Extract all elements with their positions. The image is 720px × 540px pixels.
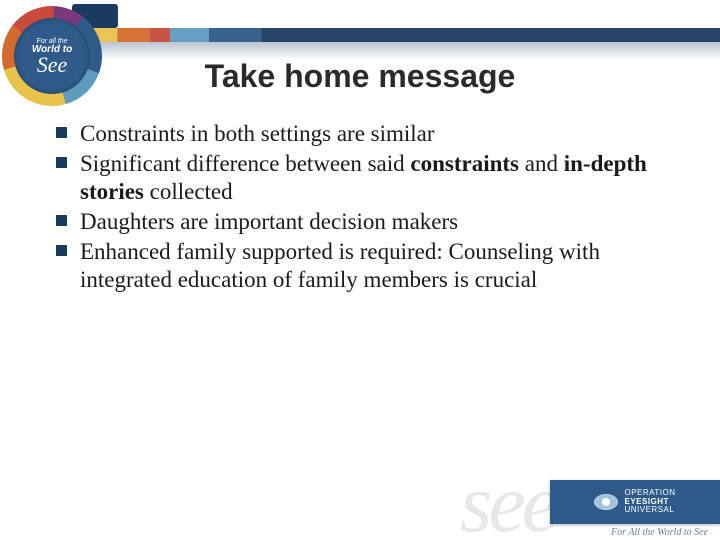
body-content: Constraints in both settings are similar… <box>50 120 680 296</box>
slide-title: Take home message <box>0 58 720 95</box>
slide: For all the World to See Take home messa… <box>0 0 720 540</box>
bullet-text-post: collected <box>144 179 233 204</box>
bullet-text: Daughters are important decision makers <box>80 209 458 234</box>
bullet-list: Constraints in both settings are similar… <box>50 120 680 294</box>
bullet-item: Significant difference between said cons… <box>50 150 680 206</box>
footer-branding: see OPERATION EYESIGHT UNIVERSAL For All… <box>360 460 720 540</box>
footer-logo: OPERATION EYESIGHT UNIVERSAL <box>594 489 675 514</box>
header-stripe <box>65 28 720 42</box>
bullet-bold: constraints <box>410 151 519 176</box>
footer-bar: OPERATION EYESIGHT UNIVERSAL <box>550 480 720 524</box>
bullet-item: Enhanced family supported is required: C… <box>50 238 680 294</box>
watermark-see: see <box>460 462 555 540</box>
bullet-text-mid: and <box>519 151 564 176</box>
bullet-item: Daughters are important decision makers <box>50 208 680 236</box>
bullet-text-pre: Significant difference between said <box>80 151 410 176</box>
footer-tagline: For All the World to See <box>558 527 708 538</box>
bullet-item: Constraints in both settings are similar <box>50 120 680 148</box>
footer-org-text: OPERATION EYESIGHT UNIVERSAL <box>624 489 675 514</box>
bullet-text: Enhanced family supported is required: C… <box>80 239 600 292</box>
eye-icon <box>594 494 618 510</box>
org-line3: UNIVERSAL <box>624 505 674 514</box>
bullet-text: Constraints in both settings are similar <box>80 121 435 146</box>
